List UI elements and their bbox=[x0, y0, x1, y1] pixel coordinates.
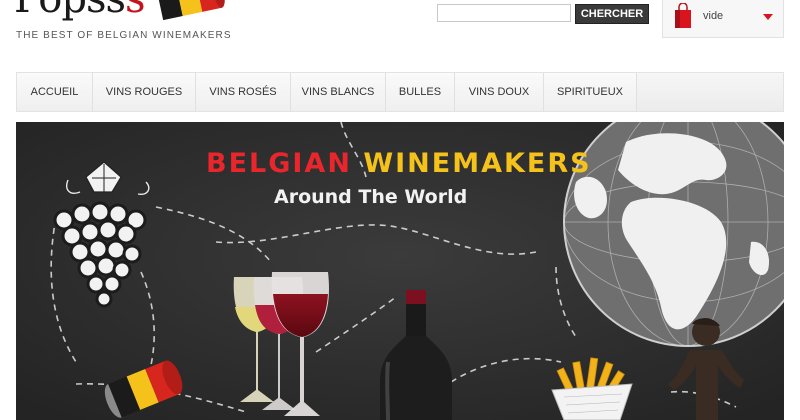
tagline: THE BEST OF BELGIAN WINEMAKERS bbox=[16, 30, 232, 41]
banner-subtitle: Around The World bbox=[274, 186, 468, 208]
search-button[interactable]: CHERCHER bbox=[575, 4, 649, 24]
nav-item-vins-rouges[interactable]: VINS ROUGES bbox=[93, 73, 196, 111]
logo-wordmark: Popsss bbox=[14, 0, 146, 22]
nav-item-spiritueux[interactable]: SPIRITUEUX bbox=[544, 73, 637, 111]
search-input[interactable] bbox=[437, 4, 571, 22]
cart-widget[interactable]: vide bbox=[662, 0, 784, 38]
banner-title: BELGIAN WINEMAKERS bbox=[206, 148, 592, 179]
hero-banner[interactable]: BELGIAN WINEMAKERS Around The World bbox=[16, 122, 784, 420]
shopping-bag-icon bbox=[675, 3, 691, 28]
cart-status: vide bbox=[703, 10, 724, 22]
nav-item-vins-blancs[interactable]: VINS BLANCS bbox=[291, 73, 386, 111]
nav-item-vins-doux[interactable]: VINS DOUX bbox=[455, 73, 544, 111]
cork-icon bbox=[157, 0, 225, 21]
main-nav: ACCUEIL VINS ROUGES VINS ROSÉS VINS BLAN… bbox=[16, 72, 784, 112]
nav-item-accueil[interactable]: ACCUEIL bbox=[17, 73, 93, 111]
nav-item-vins-roses[interactable]: VINS ROSÉS bbox=[196, 73, 291, 111]
nav-item-bulles[interactable]: BULLES bbox=[386, 73, 455, 111]
caret-down-icon[interactable] bbox=[763, 14, 773, 20]
